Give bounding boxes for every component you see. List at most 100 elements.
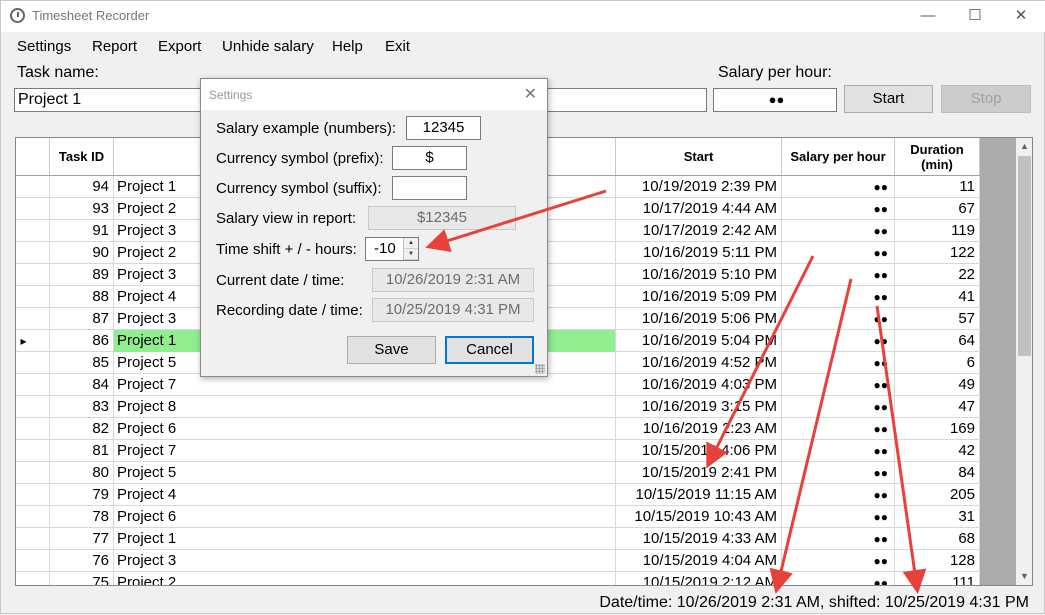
cell-task-id[interactable]: 90 [50, 242, 114, 264]
cell-duration[interactable]: 205 [895, 484, 980, 506]
table-row[interactable]: 79 Project 4 10/15/2019 11:15 AM ●● 205 [16, 484, 980, 506]
cell-salary[interactable]: ●● [782, 198, 895, 220]
cell-start[interactable]: 10/19/2019 2:39 PM [616, 176, 782, 198]
cell-salary[interactable]: ●● [782, 396, 895, 418]
cell-duration[interactable]: 42 [895, 440, 980, 462]
cell-task-id[interactable]: 91 [50, 220, 114, 242]
cell-duration[interactable]: 22 [895, 264, 980, 286]
cell-salary[interactable]: ●● [782, 264, 895, 286]
cell-duration[interactable]: 84 [895, 462, 980, 484]
table-row[interactable]: 78 Project 6 10/15/2019 10:43 AM ●● 31 [16, 506, 980, 528]
cell-start[interactable]: 10/15/2019 2:41 PM [616, 462, 782, 484]
scroll-up-icon[interactable]: ▲ [1016, 138, 1032, 155]
menu-settings[interactable]: Settings [17, 38, 71, 55]
row-header[interactable] [16, 264, 50, 286]
cell-salary[interactable]: ●● [782, 176, 895, 198]
cell-start[interactable]: 10/17/2019 4:44 AM [616, 198, 782, 220]
menu-help[interactable]: Help [332, 38, 363, 55]
cell-task-id[interactable]: 83 [50, 396, 114, 418]
cell-duration[interactable]: 119 [895, 220, 980, 242]
col-duration[interactable]: Duration (min) [895, 138, 980, 175]
table-row[interactable]: 75 Project 2 10/15/2019 2:12 AM ●● 111 [16, 572, 980, 585]
save-button[interactable]: Save [347, 336, 436, 364]
row-header[interactable] [16, 572, 50, 585]
table-row[interactable]: 83 Project 8 10/16/2019 3:15 PM ●● 47 [16, 396, 980, 418]
cell-task-name[interactable]: Project 3 [114, 550, 616, 572]
cell-start[interactable]: 10/16/2019 5:04 PM [616, 330, 782, 352]
cell-task-id[interactable]: 82 [50, 418, 114, 440]
scroll-thumb[interactable] [1018, 156, 1031, 356]
cell-start[interactable]: 10/16/2019 5:11 PM [616, 242, 782, 264]
row-header[interactable] [16, 242, 50, 264]
row-header[interactable] [16, 374, 50, 396]
cell-start[interactable]: 10/16/2019 4:03 PM [616, 374, 782, 396]
cell-task-name[interactable]: Project 8 [114, 396, 616, 418]
stepper-down-icon[interactable]: ▼ [404, 249, 418, 260]
cell-start[interactable]: 10/15/2019 4:06 PM [616, 440, 782, 462]
cell-task-id[interactable]: 86 [50, 330, 114, 352]
cell-task-name[interactable]: Project 6 [114, 506, 616, 528]
row-header[interactable] [16, 198, 50, 220]
row-header[interactable] [16, 418, 50, 440]
cell-task-id[interactable]: 79 [50, 484, 114, 506]
table-row[interactable]: 84 Project 7 10/16/2019 4:03 PM ●● 49 [16, 374, 980, 396]
cell-salary[interactable]: ●● [782, 484, 895, 506]
close-button[interactable]: ✕ [998, 1, 1044, 32]
cell-start[interactable]: 10/17/2019 2:42 AM [616, 220, 782, 242]
suffix-input[interactable] [392, 176, 467, 200]
scroll-down-icon[interactable]: ▼ [1016, 568, 1032, 585]
cell-duration[interactable]: 11 [895, 176, 980, 198]
stop-button[interactable]: Stop [941, 85, 1031, 113]
row-header[interactable] [16, 308, 50, 330]
cell-task-id[interactable]: 88 [50, 286, 114, 308]
cell-task-id[interactable]: 77 [50, 528, 114, 550]
minimize-button[interactable]: — [905, 1, 951, 32]
maximize-button[interactable]: ☐ [952, 1, 998, 32]
cell-start[interactable]: 10/15/2019 11:15 AM [616, 484, 782, 506]
cell-start[interactable]: 10/16/2019 5:06 PM [616, 308, 782, 330]
cancel-button[interactable]: Cancel [445, 336, 534, 364]
cell-start[interactable]: 10/16/2019 3:15 PM [616, 396, 782, 418]
table-row[interactable]: 77 Project 1 10/15/2019 4:33 AM ●● 68 [16, 528, 980, 550]
cell-salary[interactable]: ●● [782, 330, 895, 352]
vertical-scrollbar[interactable]: ▲ ▼ [1016, 138, 1032, 585]
table-row[interactable]: 76 Project 3 10/15/2019 4:04 AM ●● 128 [16, 550, 980, 572]
cell-start[interactable]: 10/16/2019 4:52 PM [616, 352, 782, 374]
cell-task-name[interactable]: Project 4 [114, 484, 616, 506]
cell-task-name[interactable]: Project 7 [114, 440, 616, 462]
cell-task-id[interactable]: 89 [50, 264, 114, 286]
cell-task-id[interactable]: 81 [50, 440, 114, 462]
cell-duration[interactable]: 67 [895, 198, 980, 220]
cell-start[interactable]: 10/16/2019 2:23 AM [616, 418, 782, 440]
cell-task-id[interactable]: 85 [50, 352, 114, 374]
cell-salary[interactable]: ●● [782, 242, 895, 264]
cell-task-id[interactable]: 75 [50, 572, 114, 585]
cell-task-name[interactable]: Project 5 [114, 462, 616, 484]
cell-task-id[interactable]: 94 [50, 176, 114, 198]
salary-example-input[interactable]: 12345 [406, 116, 481, 140]
row-header[interactable]: ▸ [16, 330, 50, 352]
cell-task-id[interactable]: 80 [50, 462, 114, 484]
cell-start[interactable]: 10/15/2019 4:33 AM [616, 528, 782, 550]
cell-salary[interactable]: ●● [782, 528, 895, 550]
prefix-input[interactable]: $ [392, 146, 467, 170]
cell-duration[interactable]: 111 [895, 572, 980, 585]
cell-duration[interactable]: 64 [895, 330, 980, 352]
cell-start[interactable]: 10/15/2019 2:12 AM [616, 572, 782, 585]
cell-task-id[interactable]: 84 [50, 374, 114, 396]
row-header[interactable] [16, 440, 50, 462]
cell-task-id[interactable]: 76 [50, 550, 114, 572]
cell-task-name[interactable]: Project 6 [114, 418, 616, 440]
menu-export[interactable]: Export [158, 38, 201, 55]
cell-task-id[interactable]: 87 [50, 308, 114, 330]
table-row[interactable]: 80 Project 5 10/15/2019 2:41 PM ●● 84 [16, 462, 980, 484]
cell-salary[interactable]: ●● [782, 308, 895, 330]
cell-salary[interactable]: ●● [782, 286, 895, 308]
row-header[interactable] [16, 396, 50, 418]
menu-report[interactable]: Report [92, 38, 137, 55]
cell-salary[interactable]: ●● [782, 440, 895, 462]
cell-start[interactable]: 10/15/2019 10:43 AM [616, 506, 782, 528]
cell-salary[interactable]: ●● [782, 418, 895, 440]
row-header[interactable] [16, 352, 50, 374]
cell-task-name[interactable]: Project 1 [114, 528, 616, 550]
